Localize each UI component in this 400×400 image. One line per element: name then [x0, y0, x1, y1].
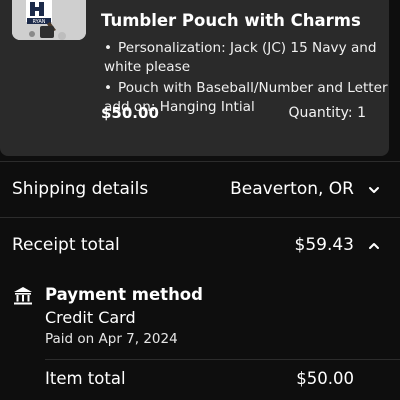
bullet-icon: • — [104, 80, 113, 96]
shipping-details-row[interactable]: Shipping details Beaverton, OR — [0, 161, 400, 220]
product-thumbnail[interactable]: RYAN — [12, 0, 86, 40]
item-price: $50.00 — [101, 104, 159, 122]
receipt-total-value: $59.43 — [294, 235, 354, 255]
item-title-line-2: Tumbler Pouch with Charms — [101, 11, 361, 30]
bank-icon — [14, 287, 32, 305]
variation-text: Personalization: Jack (JC) 15 Navy and w… — [104, 40, 377, 75]
receipt-total-row[interactable]: Receipt total $59.43 — [0, 217, 400, 276]
item-title-line-1: CUSTOMIZABLE Baseball — [101, 0, 383, 8]
order-item-card[interactable]: RYAN CUSTOMIZABLE Baseball Tumbler Pouch… — [0, 0, 389, 156]
bullet-icon: • — [104, 40, 113, 56]
item-total-value: $50.00 — [296, 369, 354, 388]
shipping-details-label: Shipping details — [12, 179, 149, 199]
order-receipt-page: RYAN CUSTOMIZABLE Baseball Tumbler Pouch… — [0, 0, 400, 400]
chevron-down-icon[interactable] — [368, 184, 380, 196]
shipping-location: Beaverton, OR — [230, 179, 354, 199]
item-title[interactable]: CUSTOMIZABLE Baseball Tumbler Pouch with… — [101, 0, 383, 32]
chevron-up-icon[interactable] — [368, 240, 380, 252]
thumbnail-name-text: RYAN — [33, 19, 46, 25]
payment-method-heading: Payment method — [45, 285, 203, 304]
payment-method-value: Credit Card — [45, 308, 136, 327]
divider — [45, 359, 400, 360]
payment-date: Paid on Apr 7, 2024 — [45, 331, 178, 347]
tumbler-pouch-image: RYAN — [12, 0, 86, 40]
item-quantity: Quantity: 1 — [288, 105, 366, 121]
variation-personalization: • Personalization: Jack (JC) 15 Navy and … — [104, 39, 389, 77]
receipt-total-label: Receipt total — [12, 235, 120, 255]
item-total-label: Item total — [45, 369, 126, 388]
